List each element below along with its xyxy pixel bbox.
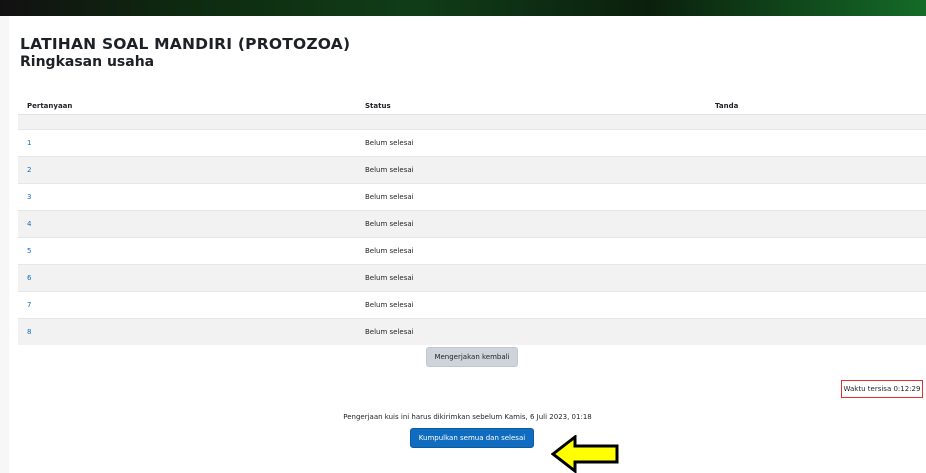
question-status: Belum selesai xyxy=(365,328,414,336)
summary-title: Ringkasan usaha xyxy=(20,54,155,70)
table-row: 8 Belum selesai xyxy=(18,318,926,345)
question-link-7[interactable]: 7 xyxy=(27,301,31,309)
return-to-attempt-button[interactable]: Mengerjakan kembali xyxy=(426,347,518,367)
quiz-title: LATIHAN SOAL MANDIRI (PROTOZOA) xyxy=(20,35,351,53)
question-status: Belum selesai xyxy=(365,274,414,282)
table-spacer-row xyxy=(18,115,926,129)
submit-all-button[interactable]: Kumpulkan semua dan selesai xyxy=(410,428,534,448)
question-link-4[interactable]: 4 xyxy=(27,220,31,228)
question-link-1[interactable]: 1 xyxy=(27,139,31,147)
question-link-3[interactable]: 3 xyxy=(27,193,31,201)
question-link-6[interactable]: 6 xyxy=(27,274,31,282)
column-header-mark: Tanda xyxy=(715,102,739,110)
submission-deadline-notice: Pengerjaan kuis ini harus dikirimkan seb… xyxy=(343,413,592,421)
table-row: 3 Belum selesai xyxy=(18,183,926,210)
table-header: Pertanyaan Status Tanda xyxy=(18,96,926,115)
table-row: 4 Belum selesai xyxy=(18,210,926,237)
left-arrow-icon xyxy=(551,435,619,473)
question-status: Belum selesai xyxy=(365,193,414,201)
quiz-summary-page: LATIHAN SOAL MANDIRI (PROTOZOA) Ringkasa… xyxy=(9,16,926,473)
table-row: 6 Belum selesai xyxy=(18,264,926,291)
question-link-8[interactable]: 8 xyxy=(27,328,31,336)
column-header-status: Status xyxy=(365,102,391,110)
question-status: Belum selesai xyxy=(365,247,414,255)
question-status: Belum selesai xyxy=(365,220,414,228)
table-row: 7 Belum selesai xyxy=(18,291,926,318)
summary-table: Pertanyaan Status Tanda 1 Belum selesai … xyxy=(18,96,926,345)
question-status: Belum selesai xyxy=(365,301,414,309)
question-status: Belum selesai xyxy=(365,166,414,174)
table-row: 5 Belum selesai xyxy=(18,237,926,264)
table-row: 2 Belum selesai xyxy=(18,156,926,183)
column-header-question: Pertanyaan xyxy=(27,102,73,110)
question-link-2[interactable]: 2 xyxy=(27,166,31,174)
question-link-5[interactable]: 5 xyxy=(27,247,31,255)
time-remaining-badge: Waktu tersisa 0:12:29 xyxy=(841,380,923,398)
question-status: Belum selesai xyxy=(365,139,414,147)
header-banner xyxy=(0,0,926,16)
table-row: 1 Belum selesai xyxy=(18,129,926,156)
